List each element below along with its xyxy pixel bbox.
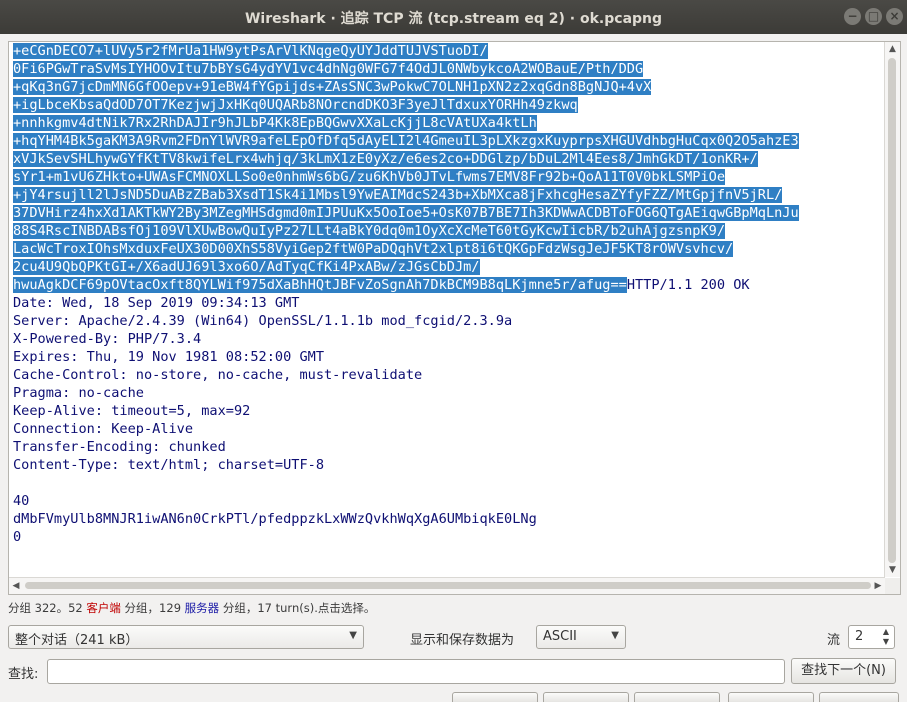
stream-number-spinbox[interactable]: 2 ▲ ▼ bbox=[848, 625, 895, 649]
conversation-select-value: 整个对话（241 kB） bbox=[15, 633, 139, 648]
client-data-text: hwuAgkDCF69pOVtacOxft8QYLWif975dXaBhHQtJ… bbox=[13, 277, 627, 293]
stream-label: 流 bbox=[827, 633, 841, 648]
status-client-word: 客户端 bbox=[86, 601, 121, 615]
stream-text-area[interactable]: +eCGnDECO7+lUVy5r2fMrUa1HW9ytPsArVlKNqge… bbox=[13, 42, 883, 577]
client-data-text: 0Fi6PGwTraSvMsIYHOOvItu7bBYsG4ydYV1vc4dh… bbox=[13, 61, 644, 77]
client-data-line: +nnhkgmv4dtNik7Rx2RhDAJIr9hJLbP4Kk8EpBQG… bbox=[13, 114, 883, 132]
vertical-scrollbar[interactable]: ▲ ▼ bbox=[884, 42, 900, 577]
client-data-line: sYr1+m1vU6ZHkto+UWAsFCMNOXLLSo0e0nhmWs6b… bbox=[13, 168, 883, 186]
client-data-text: LacWcTroxIOhsMxduxFeUX30D00XhS58VyiGep2f… bbox=[13, 241, 734, 257]
chevron-down-icon: ▼ bbox=[349, 630, 357, 641]
server-data-line: X-Powered-By: PHP/7.3.4 bbox=[13, 331, 202, 347]
server-data-line: Server: Apache/2.4.39 (Win64) OpenSSL/1.… bbox=[13, 313, 513, 329]
format-select[interactable]: ASCII ▼ bbox=[536, 625, 626, 649]
client-data-text: +qKq3nG7jcDmMN6GfOOepv+91eBW4fYGpijds+ZA… bbox=[13, 79, 652, 95]
server-data-line: Pragma: no-cache bbox=[13, 385, 144, 401]
vertical-scroll-thumb[interactable] bbox=[888, 58, 896, 563]
client-data-text: +nnhkgmv4dtNik7Rx2RhDAJIr9hJLbP4Kk8EpBQG… bbox=[13, 115, 537, 131]
bottom-button-4[interactable] bbox=[728, 692, 814, 702]
client-data-line: 2cu4U9QbQPKtGI+/X6adUJ69l3xo6O/AdTyqCfKi… bbox=[13, 258, 883, 276]
format-select-value: ASCII bbox=[543, 629, 577, 644]
spin-down-icon[interactable]: ▼ bbox=[880, 637, 892, 647]
bottom-button-1[interactable] bbox=[452, 692, 538, 702]
title-bar: Wireshark · 追踪 TCP 流 (tcp.stream eq 2) ·… bbox=[0, 0, 907, 34]
scroll-corner bbox=[885, 578, 900, 594]
client-data-text: +jY4rsujll2lJsND5DuABzZBab3XsdT1Sk4i1Mbs… bbox=[13, 187, 783, 203]
client-data-text: xVJkSevSHLhywGYfKtTV8kwifeLrx4whjq/3kLmX… bbox=[13, 151, 758, 167]
server-data-line: Content-Type: text/html; charset=UTF-8 bbox=[13, 457, 324, 473]
client-data-line: hwuAgkDCF69pOVtacOxft8QYLWif975dXaBhHQtJ… bbox=[13, 276, 883, 294]
server-data-line: Connection: Keep-Alive bbox=[13, 421, 194, 437]
server-data-line: Date: Wed, 18 Sep 2019 09:34:13 GMT bbox=[13, 295, 300, 311]
server-data-line: Cache-Control: no-store, no-cache, must-… bbox=[13, 367, 423, 383]
status-server-word: 服务器 bbox=[184, 601, 220, 615]
scroll-right-icon[interactable]: ▶ bbox=[871, 579, 885, 593]
stream-number-value: 2 bbox=[855, 629, 864, 644]
minimize-button[interactable]: − bbox=[844, 8, 861, 25]
horizontal-scrollbar[interactable]: ◀ ▶ bbox=[9, 577, 885, 594]
find-next-button[interactable]: 查找下一个(N) bbox=[791, 658, 896, 684]
close-button[interactable]: × bbox=[886, 8, 903, 25]
client-data-text: 37DVHirz4hxXd1AKTkWY2By3MZegMHSdgmd0mIJP… bbox=[13, 205, 799, 221]
client-data-line: +igLbceKbsaQdOD7OT7KezjwjJxHKq0UQARb8NOr… bbox=[13, 96, 883, 114]
client-data-text: sYr1+m1vU6ZHkto+UWAsFCMNOXLLSo0e0nhmWs6b… bbox=[13, 169, 726, 185]
client-data-line: +hqYHM4Bk5gaKM3A9Rvm2FDnYlWVR9afeLEpOfDf… bbox=[13, 132, 883, 150]
client-data-line: +eCGnDECO7+lUVy5r2fMrUa1HW9ytPsArVlKNqge… bbox=[13, 42, 883, 60]
server-data-line: 40 bbox=[13, 493, 30, 509]
client-data-line: 88S4RscINBDABsfOj109VlXUwBowQuIyPz27LLt4… bbox=[13, 222, 883, 240]
bottom-button-3[interactable] bbox=[634, 692, 720, 702]
server-data-line: 0 bbox=[13, 529, 22, 545]
stream-content-panel[interactable]: +eCGnDECO7+lUVy5r2fMrUa1HW9ytPsArVlKNqge… bbox=[8, 41, 901, 595]
client-data-line: xVJkSevSHLhywGYfKtTV8kwifeLrx4whjq/3kLmX… bbox=[13, 150, 883, 168]
scroll-up-icon[interactable]: ▲ bbox=[885, 42, 900, 56]
server-data-line: Transfer-Encoding: chunked bbox=[13, 439, 226, 455]
find-label: 查找: bbox=[8, 667, 39, 682]
client-data-text: +hqYHM4Bk5gaKM3A9Rvm2FDnYlWVR9afeLEpOfDf… bbox=[13, 133, 799, 149]
server-data-line bbox=[13, 474, 883, 492]
bottom-button-2[interactable] bbox=[543, 692, 629, 702]
client-data-line: 37DVHirz4hxXd1AKTkWY2By3MZegMHSdgmd0mIJP… bbox=[13, 204, 883, 222]
show-save-label: 显示和保存数据为 bbox=[410, 633, 515, 648]
horizontal-scroll-thumb[interactable] bbox=[25, 582, 871, 589]
server-status-line: HTTP/1.1 200 OK bbox=[626, 277, 750, 293]
window-title: Wireshark · 追踪 TCP 流 (tcp.stream eq 2) ·… bbox=[244, 11, 663, 27]
client-data-line: 0Fi6PGwTraSvMsIYHOOvItu7bBYsG4ydYV1vc4dh… bbox=[13, 60, 883, 78]
client-data-line: +jY4rsujll2lJsND5DuABzZBab3XsdT1Sk4i1Mbs… bbox=[13, 186, 883, 204]
client-data-text: +eCGnDECO7+lUVy5r2fMrUa1HW9ytPsArVlKNqge… bbox=[13, 43, 488, 59]
server-data-line: dMbFVmyUlb8MNJR1iwAN6n0CrkPTl/pfedppzkLx… bbox=[13, 511, 537, 527]
client-data-text: 88S4RscINBDABsfOj109VlXUwBowQuIyPz27LLt4… bbox=[13, 223, 726, 239]
status-part1: 分组 322。52 bbox=[8, 601, 87, 615]
chevron-down-icon: ▼ bbox=[611, 630, 619, 641]
status-part3: 分组，17 turn(s).点击选择。 bbox=[219, 601, 376, 615]
client-data-line: +qKq3nG7jcDmMN6GfOOepv+91eBW4fYGpijds+ZA… bbox=[13, 78, 883, 96]
server-data-line: Keep-Alive: timeout=5, max=92 bbox=[13, 403, 251, 419]
client-data-line: LacWcTroxIOhsMxduxFeUX30D00XhS58VyiGep2f… bbox=[13, 240, 883, 258]
conversation-select[interactable]: 整个对话（241 kB） ▼ bbox=[8, 625, 364, 649]
maximize-button[interactable]: □ bbox=[865, 8, 882, 25]
client-data-text: 2cu4U9QbQPKtGI+/X6adUJ69l3xo6O/AdTyqCfKi… bbox=[13, 259, 480, 275]
server-data-line: Expires: Thu, 19 Nov 1981 08:52:00 GMT bbox=[13, 349, 324, 365]
packet-status-text: 分组 322。52 客户端 分组，129 服务器 分组，17 turn(s).点… bbox=[8, 600, 375, 616]
client-data-text: +igLbceKbsaQdOD7OT7KezjwjJxHKq0UQARb8NOr… bbox=[13, 97, 578, 113]
find-input[interactable] bbox=[47, 659, 785, 684]
bottom-button-5[interactable] bbox=[819, 692, 899, 702]
scroll-down-icon[interactable]: ▼ bbox=[885, 563, 900, 577]
status-part2: 分组，129 bbox=[120, 601, 185, 615]
scroll-left-icon[interactable]: ◀ bbox=[9, 579, 23, 593]
spin-up-icon[interactable]: ▲ bbox=[880, 627, 892, 637]
